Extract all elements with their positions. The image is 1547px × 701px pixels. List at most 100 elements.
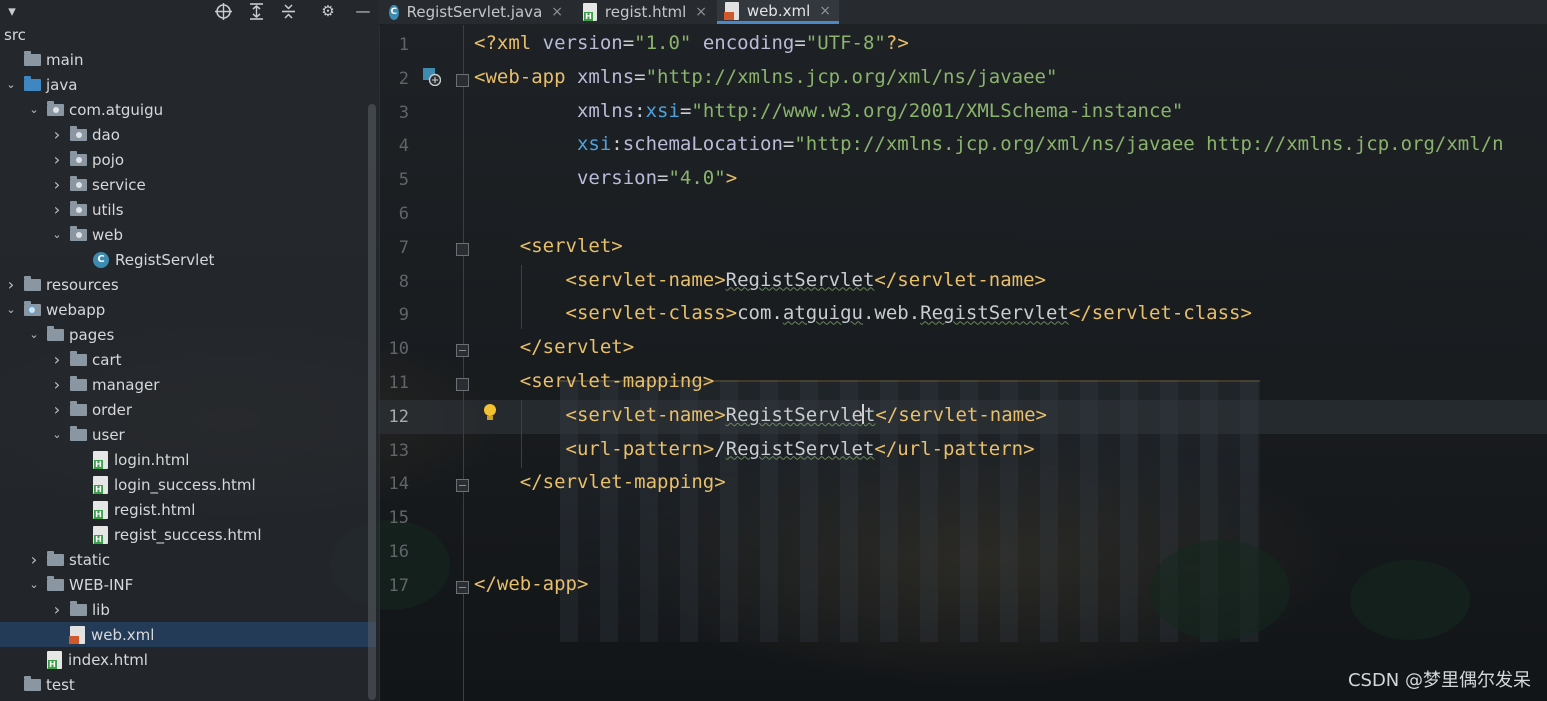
chevron-right-icon[interactable]: › [4, 275, 18, 294]
tab-web-xml[interactable]: web.xml × [717, 0, 839, 24]
tree-item-pojo[interactable]: › pojo [0, 147, 376, 172]
tree-item-pages[interactable]: ⌄ pages [0, 322, 376, 347]
target-icon[interactable] [211, 0, 235, 22]
line-number: 2 [398, 68, 409, 89]
chevron-down-icon[interactable]: ⌄ [4, 303, 18, 316]
tree-item-dao[interactable]: › dao [0, 122, 376, 147]
close-icon[interactable]: × [819, 3, 831, 19]
fold-end-marker[interactable] [456, 479, 469, 493]
code-token: RegistServlet [725, 268, 875, 291]
tree-item-utils[interactable]: › utils [0, 197, 376, 222]
chevron-down-icon[interactable]: ⌄ [27, 328, 41, 341]
chevron-right-icon[interactable]: › [50, 350, 64, 369]
tree-item-manager[interactable]: › manager [0, 372, 376, 397]
tab-regist-html[interactable]: regist.html × [575, 0, 715, 24]
code-line[interactable]: xmlns:xsi="http://www.w3.org/2001/XMLSch… [474, 100, 1183, 122]
sidebar-scrollbar[interactable] [368, 104, 376, 700]
tab-registservlet-java[interactable]: C RegistServlet.java × [381, 0, 571, 24]
tree-item-src[interactable]: src [0, 22, 376, 47]
tree-item-web-xml[interactable]: web.xml [0, 622, 376, 647]
code-editor[interactable]: 1 <?xml version="1.0" encoding="UTF-8"?> 2… [379, 25, 1547, 701]
chevron-right-icon[interactable]: › [50, 375, 64, 394]
fold-end-marker[interactable] [456, 344, 469, 358]
tree-item-web-inf[interactable]: ⌄ WEB-INF [0, 572, 376, 597]
chevron-right-icon[interactable]: › [50, 200, 64, 219]
tree-item-registservlet[interactable]: C RegistServlet [0, 247, 376, 272]
code-token: atguigu [782, 302, 863, 325]
chevron-down-icon[interactable]: ⌄ [50, 228, 64, 241]
html-file-icon [47, 650, 62, 669]
expand-all-icon[interactable] [244, 0, 268, 22]
tree-item-user[interactable]: ⌄ user [0, 422, 376, 447]
code-line[interactable]: <servlet-name>RegistServlet</servlet-nam… [474, 403, 1047, 426]
tree-item-regist-success-html[interactable]: regist_success.html [0, 522, 376, 547]
chevron-down-icon[interactable]: ⌄ [27, 103, 41, 116]
tree-item-java[interactable]: ⌄ java [0, 72, 376, 97]
tree-item-test[interactable]: test [0, 672, 376, 697]
code-line[interactable]: </servlet> [474, 336, 634, 358]
code-token: </servlet-name> [874, 268, 1046, 291]
tree-item-login-html[interactable]: login.html [0, 447, 376, 472]
code-line[interactable]: <servlet-name>RegistServlet</servlet-nam… [474, 269, 1046, 291]
code-line[interactable]: <url-pattern>/RegistServlet</url-pattern… [474, 438, 1035, 460]
chevron-right-icon[interactable]: › [50, 400, 64, 419]
tree-item-lib[interactable]: › lib [0, 597, 376, 622]
code-line[interactable]: <web-app xmlns="http://xmlns.jcp.org/xml… [474, 66, 1057, 88]
code-line[interactable]: <servlet-mapping> [474, 370, 714, 392]
line-number: 11 [388, 373, 409, 393]
fold-start-marker[interactable] [456, 242, 469, 256]
chevron-down-icon[interactable]: ⌄ [4, 78, 18, 91]
code-line[interactable]: <?xml version="1.0" encoding="UTF-8"?> [474, 32, 909, 54]
tree-item-regist-html[interactable]: regist.html [0, 497, 376, 522]
code-token: = [782, 133, 795, 156]
fold-start-marker[interactable] [456, 378, 469, 391]
collapse-all-icon[interactable] [276, 0, 300, 22]
code-line[interactable]: <servlet-class>com.atguigu.web.RegistSer… [474, 302, 1252, 324]
tree-item-login-success-html[interactable]: login_success.html [0, 472, 376, 497]
tree-item-service[interactable]: › service [0, 172, 376, 197]
tree-item-web[interactable]: ⌄ web [0, 222, 376, 247]
code-line[interactable]: xsi:schemaLocation="http://xmlns.jcp.org… [474, 133, 1504, 155]
chevron-down-icon[interactable]: ⌄ [50, 428, 64, 441]
chevron-right-icon[interactable]: › [27, 550, 41, 569]
html-file-icon [93, 475, 108, 494]
minimize-icon[interactable]: — [351, 0, 375, 22]
code-token: "http://xmlns.jcp.org/xml/ns/javaee" [645, 65, 1058, 88]
tree-item-label: login_success.html [114, 475, 256, 494]
fold-end-marker[interactable] [456, 580, 469, 594]
gear-icon[interactable]: ⚙ [316, 0, 340, 22]
chevron-right-icon[interactable]: › [50, 600, 64, 619]
tree-item-label: com.atguigu [69, 100, 164, 119]
close-icon[interactable]: × [695, 4, 707, 20]
chevron-right-icon[interactable]: › [50, 150, 64, 169]
code-line[interactable]: version="4.0"> [474, 167, 737, 189]
web-descriptor-icon[interactable] [423, 68, 442, 87]
tree-item-label: static [69, 550, 111, 569]
html-file-icon [93, 525, 108, 544]
tree-item-cart[interactable]: › cart [0, 347, 376, 372]
code-token: </servlet-name> [875, 403, 1047, 426]
tree-item-index-html[interactable]: index.html [0, 647, 376, 672]
chevron-right-icon[interactable]: › [50, 175, 64, 194]
code-line[interactable]: <servlet> [474, 235, 623, 257]
close-icon[interactable]: × [551, 4, 563, 20]
tree-item-static[interactable]: › static [0, 547, 376, 572]
code-line[interactable]: </servlet-mapping> [474, 471, 726, 493]
code-token: = [657, 167, 669, 190]
line-number: 17 [388, 575, 409, 596]
fold-start-marker[interactable] [456, 73, 469, 87]
code-line[interactable]: </web-app> [474, 573, 588, 595]
tree-item-webapp[interactable]: ⌄ webapp [0, 297, 376, 322]
code-token: = [794, 32, 806, 54]
tree-item-order[interactable]: › order [0, 397, 376, 422]
tree-item-com-atguigu[interactable]: ⌄ com.atguigu [0, 97, 376, 122]
tree-item-resources[interactable]: › resources [0, 272, 376, 297]
code-token: xmlns [576, 65, 635, 88]
chevron-right-icon[interactable]: › [50, 125, 64, 144]
chevron-down-icon[interactable]: ⌄ [27, 578, 41, 591]
tree-item-main[interactable]: main [0, 47, 376, 72]
chevron-down-icon[interactable]: ▾ [0, 0, 24, 22]
line-number: 7 [398, 237, 409, 258]
